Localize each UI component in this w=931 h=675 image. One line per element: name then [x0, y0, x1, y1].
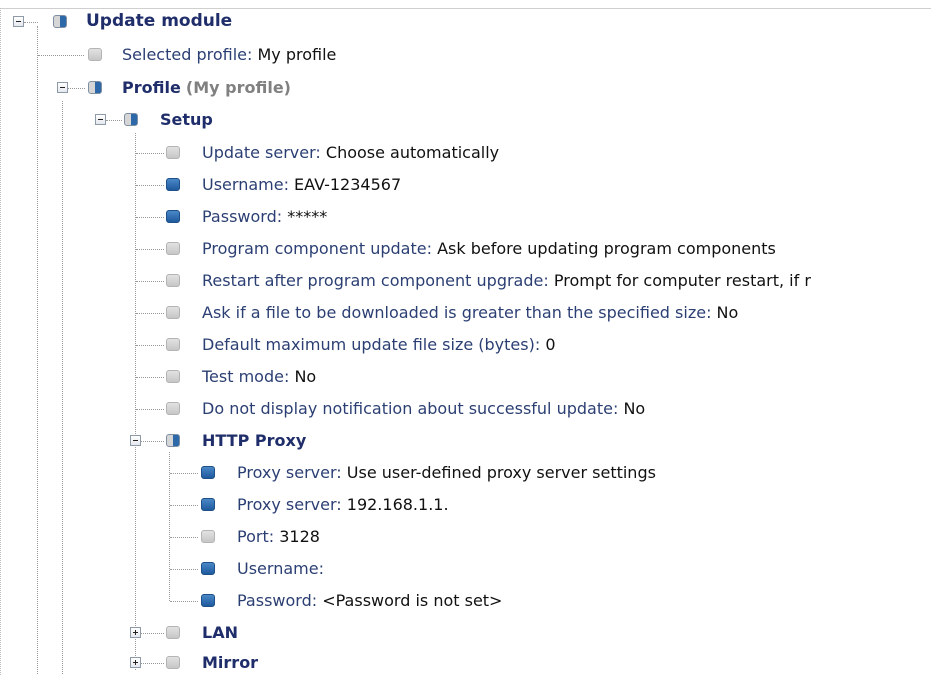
collapse-toggle-icon[interactable] [13, 16, 24, 27]
setting-label: Proxy server: Use user-defined proxy ser… [237, 463, 656, 482]
setting-label: Update server: Choose automatically [202, 143, 500, 162]
default-state-icon [166, 242, 180, 255]
tree-connector [136, 313, 164, 314]
setting-label: Password: ***** [202, 207, 328, 226]
custom-value-icon [201, 498, 215, 511]
setting-label: Username: EAV-1234567 [202, 175, 402, 194]
collapse-toggle-icon[interactable] [57, 82, 68, 93]
setup-item[interactable]: Restart after program component upgrade:… [0, 266, 931, 298]
tree-connector [170, 473, 198, 474]
setup-item[interactable]: Password: ***** [0, 202, 931, 234]
collapse-toggle-icon[interactable] [95, 114, 106, 125]
custom-value-icon [201, 562, 215, 575]
proxy-item[interactable]: Password: <Password is not set> [0, 586, 931, 618]
proxy-item[interactable]: Proxy server: Use user-defined proxy ser… [0, 458, 931, 490]
setup-item[interactable]: Do not display notification about succes… [0, 394, 931, 426]
default-state-icon [166, 656, 180, 669]
default-state-icon [166, 402, 180, 415]
tree-connector [38, 55, 84, 56]
setting-label: Password: <Password is not set> [237, 591, 503, 610]
proxy-item[interactable]: Port: 3128 [0, 522, 931, 554]
tree-connector [136, 345, 164, 346]
custom-value-icon [166, 210, 180, 223]
custom-value-icon [166, 178, 180, 191]
setting-label: Program component update: Ask before upd… [202, 239, 776, 258]
setup-item[interactable]: Program component update: Ask before upd… [0, 234, 931, 266]
custom-value-icon [201, 466, 215, 479]
partial-state-icon [88, 81, 102, 94]
tree-connector [24, 22, 38, 23]
setting-label: Default maximum update file size (bytes)… [202, 335, 556, 354]
setting-label: Do not display notification about succes… [202, 399, 646, 418]
setting-label: Port: 3128 [237, 527, 320, 546]
setting-label: Proxy server: 192.168.1.1. [237, 495, 449, 514]
partial-state-icon [166, 434, 180, 447]
partial-state-icon [124, 113, 138, 126]
default-state-icon [88, 48, 102, 61]
selected-profile-label: Selected profile: My profile [122, 45, 337, 64]
default-state-icon [166, 306, 180, 319]
tree-connector [170, 601, 198, 602]
default-state-icon [166, 146, 180, 159]
setting-label: Username: [237, 559, 324, 578]
tree-node-lan[interactable]: LAN [0, 618, 931, 650]
tree-connector [136, 377, 164, 378]
tree-connector [136, 217, 164, 218]
default-state-icon [166, 338, 180, 351]
setting-label: Ask if a file to be downloaded is greate… [202, 303, 739, 322]
mirror-label: Mirror [202, 653, 259, 672]
tree-node-http-proxy[interactable]: HTTP Proxy [0, 426, 931, 458]
tree-connector [170, 505, 198, 506]
tree-connector [136, 409, 164, 410]
setup-item[interactable]: Username: EAV-1234567 [0, 170, 931, 202]
setup-item[interactable]: Test mode: No [0, 362, 931, 394]
tree-connector [141, 663, 164, 664]
proxy-item[interactable]: Username: [0, 554, 931, 586]
tree-connector [170, 537, 198, 538]
setup-item[interactable]: Ask if a file to be downloaded is greate… [0, 298, 931, 330]
proxy-item[interactable]: Proxy server: 192.168.1.1. [0, 490, 931, 522]
lan-label: LAN [202, 623, 238, 642]
tree-node-setup[interactable]: Setup [0, 105, 931, 137]
setup-item[interactable]: Default maximum update file size (bytes)… [0, 330, 931, 362]
tree-connector [136, 249, 164, 250]
setup-label: Setup [160, 110, 213, 129]
partial-state-icon [53, 15, 67, 28]
profile-label: Profile (My profile) [122, 78, 291, 97]
tree-node-mirror[interactable]: Mirror [0, 648, 931, 675]
tree-connector [136, 153, 164, 154]
expand-toggle-icon[interactable] [130, 657, 141, 668]
tree-node-update-module[interactable]: Update module [0, 7, 931, 39]
tree-connector [170, 569, 198, 570]
default-state-icon [166, 370, 180, 383]
tree-connector [136, 185, 164, 186]
tree-connector [141, 441, 164, 442]
expand-toggle-icon[interactable] [130, 627, 141, 638]
tree-connector [106, 120, 122, 121]
tree-connector [141, 633, 164, 634]
update-module-label: Update module [86, 11, 233, 31]
collapse-toggle-icon[interactable] [130, 435, 141, 446]
http-proxy-label: HTTP Proxy [202, 431, 307, 450]
tree-node-profile[interactable]: Profile (My profile) [0, 73, 931, 105]
settings-tree: Update module Selected profile: My profi… [0, 0, 931, 675]
tree-connector [68, 88, 85, 89]
setting-label: Restart after program component upgrade:… [202, 271, 811, 290]
tree-connector [136, 281, 164, 282]
default-state-icon [166, 274, 180, 287]
custom-value-icon [201, 594, 215, 607]
tree-node-selected-profile[interactable]: Selected profile: My profile [0, 40, 931, 72]
default-state-icon [201, 530, 215, 543]
setting-label: Test mode: No [202, 367, 317, 386]
setup-item[interactable]: Update server: Choose automatically [0, 138, 931, 170]
default-state-icon [166, 626, 180, 639]
